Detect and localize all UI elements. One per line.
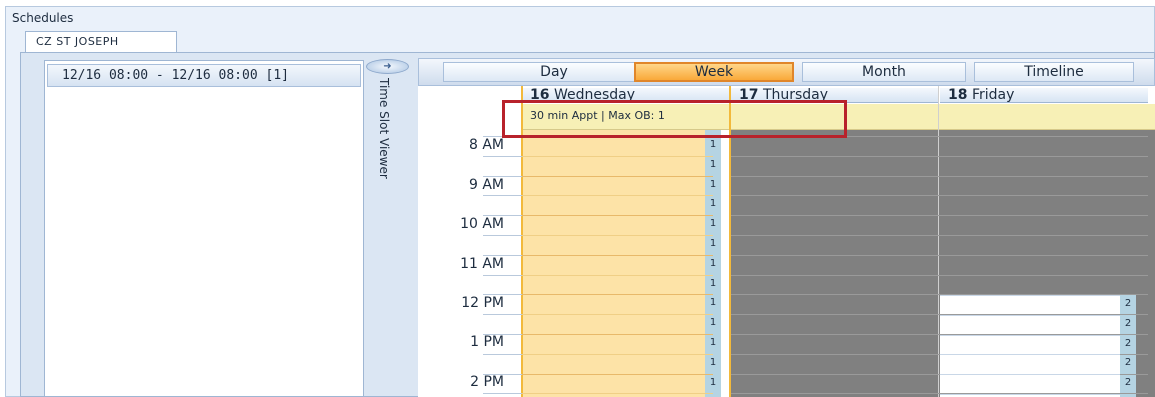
row-line xyxy=(940,335,1120,336)
arrow-right-icon[interactable]: ➜ xyxy=(366,59,409,74)
time-slot-list: 12/16 08:00 - 12/16 08:00 [1] xyxy=(44,60,364,397)
time-tick xyxy=(483,354,522,355)
slot-count: 1 xyxy=(709,357,717,368)
time-tick xyxy=(483,215,522,216)
time-tick xyxy=(483,334,522,335)
row-line xyxy=(522,354,713,355)
slot-count: 1 xyxy=(709,238,717,249)
row-line xyxy=(522,156,713,157)
row-line xyxy=(522,176,713,177)
time-tick xyxy=(483,275,522,276)
row-line xyxy=(731,156,1148,157)
week-view-button[interactable]: Week xyxy=(634,62,794,82)
highlight-box xyxy=(502,100,847,138)
row-line xyxy=(940,315,1120,316)
time-tick xyxy=(483,255,522,256)
time-label: 2 PM xyxy=(470,374,504,390)
slot-count: 1 xyxy=(709,179,717,190)
slot-count: 1 xyxy=(709,139,717,150)
row-line xyxy=(522,294,713,295)
panel-title: Schedules xyxy=(12,11,74,25)
saturday-column-edge xyxy=(1148,130,1155,397)
row-line xyxy=(522,334,713,335)
row-line xyxy=(522,235,713,236)
row-line xyxy=(522,393,713,394)
row-line xyxy=(731,215,1148,216)
slot-count: 1 xyxy=(709,337,717,348)
timeline-view-button[interactable]: Timeline xyxy=(974,62,1134,82)
time-label: 1 PM xyxy=(470,334,504,350)
row-line xyxy=(731,275,1148,276)
time-tick xyxy=(483,195,522,196)
slot-count: 2 xyxy=(1124,377,1132,388)
tab-cz-st-joseph[interactable]: CZ ST JOSEPH xyxy=(25,31,177,52)
slot-count: 1 xyxy=(709,297,717,308)
row-line xyxy=(522,314,713,315)
slot-count: 1 xyxy=(709,159,717,170)
row-line xyxy=(940,295,1120,296)
day-name: Friday xyxy=(971,88,1015,103)
slot-count: 1 xyxy=(709,258,717,269)
time-tick xyxy=(483,393,522,394)
slot-count: 2 xyxy=(1124,357,1132,368)
time-tick xyxy=(483,156,522,157)
friday-available-block[interactable] xyxy=(940,295,1120,397)
time-label: 8 AM xyxy=(468,137,504,153)
time-tick xyxy=(483,235,522,236)
thursday-column[interactable] xyxy=(731,130,940,397)
time-tick xyxy=(483,314,522,315)
slot-count: 2 xyxy=(1124,338,1132,349)
slot-count: 2 xyxy=(1124,318,1132,329)
slot-count: 1 xyxy=(709,278,717,289)
row-line xyxy=(522,374,713,375)
row-line xyxy=(940,394,1120,395)
slot-count: 1 xyxy=(709,317,717,328)
row-line xyxy=(731,195,1148,196)
row-line xyxy=(731,235,1148,236)
wednesday-column[interactable] xyxy=(522,130,713,397)
row-line xyxy=(940,354,1120,355)
day-number: 18 xyxy=(948,88,968,103)
row-line xyxy=(731,255,1148,256)
list-item[interactable]: 12/16 08:00 - 12/16 08:00 [1] xyxy=(47,64,361,87)
month-view-button[interactable]: Month xyxy=(802,62,966,82)
slot-count: 1 xyxy=(709,377,717,388)
row-line xyxy=(940,374,1120,375)
time-label: 12 PM xyxy=(461,295,504,311)
slot-count: 1 xyxy=(709,218,717,229)
row-line xyxy=(522,195,713,196)
time-label: 11 AM xyxy=(460,256,504,272)
time-tick xyxy=(483,374,522,375)
row-line xyxy=(731,176,1148,177)
time-label: 9 AM xyxy=(468,177,504,193)
row-line xyxy=(522,255,713,256)
row-line xyxy=(522,215,713,216)
time-label: 10 AM xyxy=(460,216,504,232)
day-view-button[interactable]: Day xyxy=(443,62,665,82)
time-tick xyxy=(483,294,522,295)
day-header-friday[interactable]: 18 Friday xyxy=(940,88,1148,103)
column-separator xyxy=(938,86,939,397)
time-tick xyxy=(483,176,522,177)
slot-count: 2 xyxy=(1124,298,1132,309)
time-slot-viewer-label[interactable]: Time Slot Viewer xyxy=(377,78,391,179)
slot-count: 1 xyxy=(709,198,717,209)
row-line xyxy=(522,275,713,276)
